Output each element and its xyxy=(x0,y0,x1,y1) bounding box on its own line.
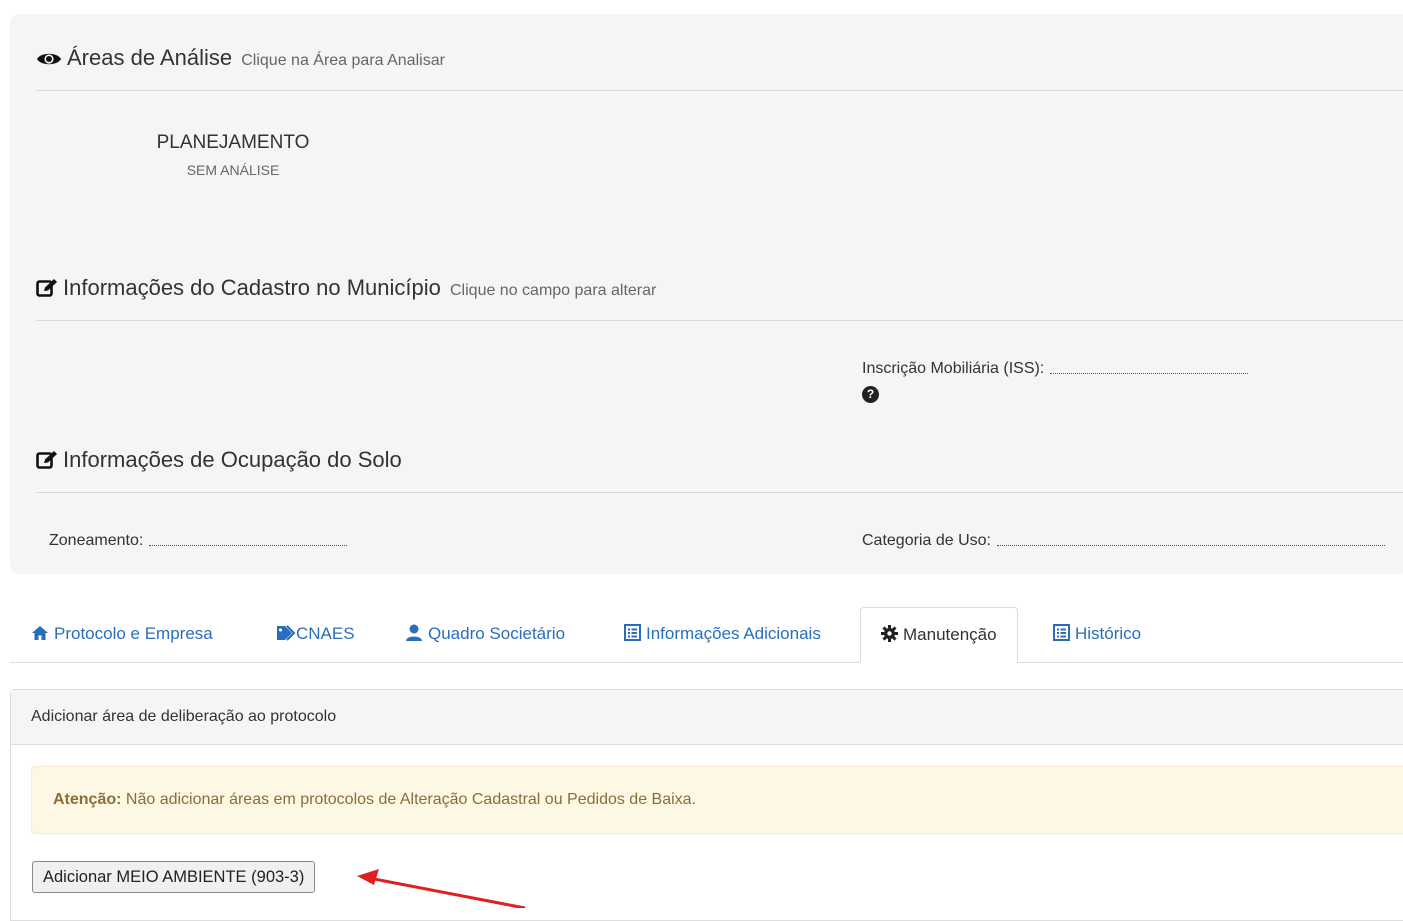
annotation-arrow-icon xyxy=(357,869,526,908)
inscricao-field[interactable]: Inscrição Mobiliária (ISS): xyxy=(862,360,1249,378)
tab-cnaes[interactable]: CNAES xyxy=(272,607,355,661)
area-card-planejamento[interactable]: PLANEJAMENTO SEM ANÁLISE xyxy=(118,132,348,178)
zoneamento-value[interactable] xyxy=(149,544,348,546)
inscricao-label: Inscrição Mobiliária (ISS): xyxy=(862,360,1045,377)
areas-section-subtitle: Clique na Área para Analisar xyxy=(241,52,445,69)
list-alt-icon xyxy=(1053,609,1070,663)
cadastro-section-header: Informações do Cadastro no Município Cli… xyxy=(36,275,1403,321)
zoneamento-field[interactable]: Zoneamento: xyxy=(49,532,348,550)
home-icon xyxy=(31,609,49,663)
tab-manutencao[interactable]: Manutenção xyxy=(860,607,1018,663)
solo-section-title: Informações de Ocupação do Solo xyxy=(63,447,402,472)
alert-text: Não adicionar áreas em protocolos de Alt… xyxy=(121,791,697,808)
areas-section-header: Áreas de Análise Clique na Área para Ana… xyxy=(36,45,1403,91)
tags-icon xyxy=(272,609,296,663)
cog-icon xyxy=(881,610,898,664)
area-status: SEM ANÁLISE xyxy=(186,162,280,178)
tab-quadro-societario[interactable]: Quadro Societário xyxy=(405,607,565,661)
tab-informacoes-adicionais[interactable]: Informações Adicionais xyxy=(624,607,821,661)
add-meio-ambiente-button[interactable]: Adicionar MEIO AMBIENTE (903-3) xyxy=(32,861,316,893)
cadastro-section-subtitle: Clique no campo para alterar xyxy=(450,282,657,299)
cadastro-section-title: Informações do Cadastro no Município xyxy=(63,275,441,300)
question-circle-icon[interactable]: ? xyxy=(862,386,879,403)
edit-icon xyxy=(36,450,58,476)
warning-alert: Atenção: Não adicionar áreas em protocol… xyxy=(31,766,1403,834)
tab-protocolo-empresa[interactable]: Protocolo e Empresa xyxy=(31,607,213,661)
user-icon xyxy=(405,609,423,663)
tab-bar: Protocolo e Empresa CNAES Quadro Societá… xyxy=(10,607,1403,663)
tab-label: Histórico xyxy=(1075,624,1142,643)
alert-strong: Atenção: xyxy=(53,791,122,808)
tab-label: Quadro Societário xyxy=(428,624,566,643)
list-alt-icon xyxy=(624,609,641,663)
tab-historico[interactable]: Histórico xyxy=(1053,607,1141,661)
areas-section-title: Áreas de Análise xyxy=(67,45,233,70)
zoneamento-label: Zoneamento: xyxy=(49,532,144,549)
tab-label: CNAES xyxy=(296,624,355,643)
maintenance-panel: Adicionar área de deliberação ao protoco… xyxy=(10,689,1403,921)
categoria-field[interactable]: Categoria de Uso: xyxy=(862,532,1385,550)
categoria-label: Categoria de Uso: xyxy=(862,532,991,549)
eye-icon xyxy=(36,48,62,74)
tab-label: Protocolo e Empresa xyxy=(54,624,213,643)
inscricao-value[interactable] xyxy=(1050,372,1249,374)
panel-heading: Adicionar área de deliberação ao protoco… xyxy=(11,690,1403,745)
solo-section-header: Informações de Ocupação do Solo xyxy=(36,447,1403,493)
edit-icon xyxy=(36,278,58,304)
categoria-value[interactable] xyxy=(996,544,1385,546)
tab-label: Informações Adicionais xyxy=(646,624,821,643)
area-name: PLANEJAMENTO xyxy=(156,132,310,153)
tab-label: Manutenção xyxy=(903,625,997,644)
